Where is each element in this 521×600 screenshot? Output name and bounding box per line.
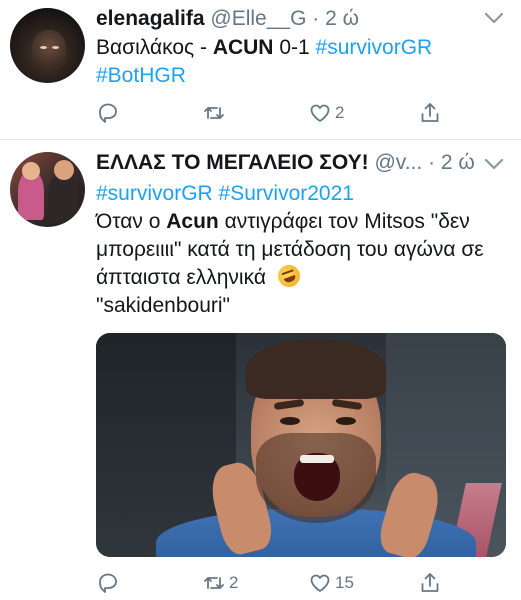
like-count: 2 (335, 103, 345, 122)
tweet-text: #survivorGR #Survivor2021 Όταν ο Acun αν… (96, 180, 507, 320)
tweet-1[interactable]: elenagalifa @Elle__G · 2 ώ Βασιλάκος - A… (0, 0, 521, 140)
reply-button[interactable] (96, 98, 123, 128)
hashtag-link[interactable]: #survivorGR (316, 36, 433, 59)
hashtag-link[interactable]: #Survivor2021 (219, 182, 354, 205)
text-segment: Βασιλάκος - (96, 36, 213, 59)
tweet-media-image[interactable] (96, 333, 506, 557)
reply-button[interactable] (96, 568, 123, 598)
tweet-text: Βασιλάκος - ACUN 0-1 #survivorGR #BotHGR (96, 34, 507, 90)
share-icon (421, 573, 439, 592)
heart-icon (310, 574, 330, 592)
heart-icon (310, 104, 330, 122)
share-button[interactable] (418, 98, 442, 128)
like-button[interactable]: 2 (308, 98, 344, 128)
retweet-icon (204, 107, 224, 119)
display-name[interactable]: ΕΛΛΑΣ ΤΟ ΜΕΓΑΛΕΙΟ ΣΟΥ! (96, 151, 369, 174)
separator-dot: · (428, 151, 436, 174)
reply-icon (99, 573, 117, 593)
tweet-actions: 2 15 (96, 568, 456, 598)
tweet-time[interactable]: 2 ώ (441, 151, 475, 174)
user-avatar[interactable] (10, 152, 85, 227)
text-segment: Όταν ο (96, 210, 167, 233)
avatar-eye (40, 46, 47, 49)
image-person-eye (280, 417, 300, 425)
avatar-face (32, 30, 66, 70)
separator-dot: · (312, 7, 320, 30)
share-button[interactable] (418, 568, 442, 598)
retweet-button[interactable] (202, 98, 229, 128)
avatar-eye (52, 46, 59, 49)
tweet-actions: 2 (96, 98, 456, 128)
text-bold: Acun (166, 210, 219, 233)
retweet-count: 2 (229, 573, 239, 592)
like-button[interactable]: 15 (308, 568, 354, 598)
retweet-button[interactable]: 2 (202, 568, 238, 598)
text-bold: ACUN (212, 36, 274, 59)
avatar-figure (22, 162, 40, 180)
text-segment: 0-1 (273, 36, 316, 59)
share-icon (421, 103, 439, 122)
tweet-header: elenagalifa @Elle__G · 2 ώ (96, 6, 359, 32)
image-person-teeth (300, 455, 334, 463)
hashtag-link[interactable]: #survivorGR (96, 182, 213, 205)
image-person-eye (336, 417, 356, 425)
avatar-figure (48, 174, 78, 224)
rofl-emoji-icon (274, 261, 304, 291)
tweet-time[interactable]: 2 ώ (325, 7, 359, 30)
user-handle[interactable]: @v... (374, 151, 422, 174)
reply-icon (99, 103, 117, 123)
retweet-icon (204, 577, 224, 589)
hashtag-link[interactable]: #BotHGR (96, 64, 186, 87)
tweet-2[interactable]: ΕΛΛΑΣ ΤΟ ΜΕΓΑΛΕΙΟ ΣΟΥ! @v... · 2 ώ #surv… (0, 140, 521, 600)
chevron-down-icon[interactable] (483, 8, 505, 30)
user-avatar[interactable] (10, 8, 85, 83)
like-count: 15 (335, 573, 354, 592)
chevron-down-icon[interactable] (483, 154, 505, 176)
display-name[interactable]: elenagalifa (96, 7, 205, 30)
user-handle[interactable]: @Elle__G (210, 7, 306, 30)
text-segment: "sakidenbouri" (96, 294, 230, 317)
avatar-figure (54, 160, 74, 180)
image-person-hair (246, 339, 386, 399)
tweet-header: ΕΛΛΑΣ ΤΟ ΜΕΓΑΛΕΙΟ ΣΟΥ! @v... · 2 ώ (96, 150, 475, 176)
